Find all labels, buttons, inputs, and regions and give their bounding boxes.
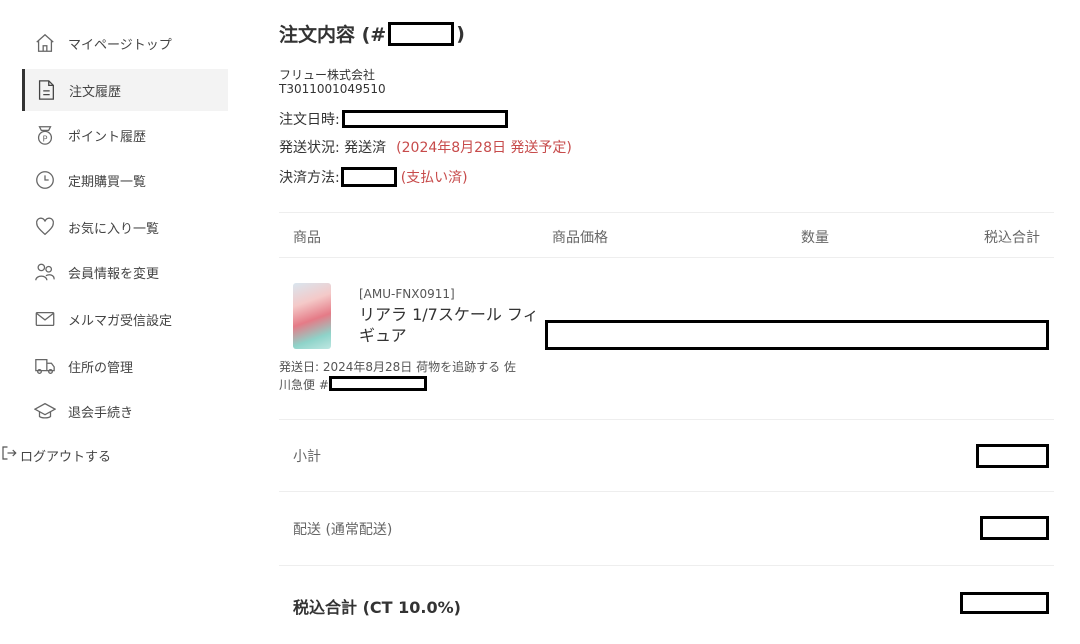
sidebar-item-favorites[interactable]: お気に入り一覧 <box>22 206 228 248</box>
points-icon: P <box>34 124 56 146</box>
logout-label: ログアウトする <box>20 449 112 465</box>
heart-icon <box>34 216 56 238</box>
sidebar-item-label: 注文履歴 <box>69 84 122 100</box>
shipping-info: 発送日: 2024年8月28日 荷物を追跡する 佐川急便 # <box>279 359 519 394</box>
sidebar-item-label: マイページトップ <box>68 37 172 53</box>
redacted-shipping-fee <box>980 516 1049 540</box>
product-name[interactable]: リアラ 1/7スケール フィギュア <box>359 304 539 346</box>
subtotal-label: 小計 <box>293 449 321 465</box>
page-title: 注文内容 (# ) <box>279 20 465 47</box>
sidebar-item-withdraw[interactable]: 退会手続き <box>22 390 228 432</box>
registration-number: T3011001049510 <box>279 82 386 96</box>
clock-icon <box>34 169 56 191</box>
sidebar-item-addresses[interactable]: 住所の管理 <box>22 345 228 387</box>
total-label: 税込合計 (CT 10.0%) <box>293 598 461 617</box>
title-suffix: ) <box>456 22 465 45</box>
redacted-total <box>960 592 1049 614</box>
redacted-order-date <box>341 110 508 128</box>
users-icon <box>34 261 56 283</box>
redacted-order-number <box>388 21 455 46</box>
redacted-item-values <box>545 320 1049 350</box>
redacted-subtotal <box>976 444 1049 468</box>
product-thumbnail[interactable] <box>293 283 331 349</box>
sidebar-item-mypage-top[interactable]: マイページトップ <box>22 22 228 64</box>
redacted-payment-method <box>340 167 397 187</box>
sidebar-item-points[interactable]: P ポイント履歴 <box>22 114 228 156</box>
status-note: (2024年8月28日 発送予定) <box>396 140 572 156</box>
col-product: 商品 <box>293 230 321 246</box>
order-date: 注文日時: <box>279 109 508 129</box>
product-sku: [AMU-FNX0911] <box>359 287 455 301</box>
table-header: 商品 商品価格 数量 税込合計 <box>279 212 1054 258</box>
logout-icon <box>0 444 20 466</box>
document-icon <box>35 79 57 101</box>
redacted-tracking-number <box>328 376 427 391</box>
sidebar: マイページトップ 注文履歴 P ポイント履歴 定期購買一覧 お気に入り一覧 会員… <box>0 0 228 644</box>
col-price: 商品価格 <box>552 230 608 246</box>
title-prefix: 注文内容 (# <box>279 24 387 46</box>
sidebar-item-newsletter[interactable]: メルマガ受信設定 <box>22 298 228 340</box>
shipping-status: 発送状況: 発送済 (2024年8月28日 発送予定) <box>279 137 572 157</box>
truck-icon <box>34 355 56 377</box>
sidebar-item-order-history[interactable]: 注文履歴 <box>22 69 228 111</box>
sidebar-item-label: お気に入り一覧 <box>68 221 160 237</box>
payment-status: (支払い済) <box>400 170 468 186</box>
svg-text:P: P <box>43 133 48 143</box>
sidebar-item-label: メルマガ受信設定 <box>68 313 173 329</box>
status-label: 発送状況: 発送済 <box>279 140 387 156</box>
payment-label: 決済方法: <box>279 170 340 186</box>
logout-link[interactable]: ログアウトする <box>0 444 111 466</box>
sidebar-item-subscriptions[interactable]: 定期購買一覧 <box>22 159 228 201</box>
sidebar-item-label: 住所の管理 <box>68 360 134 376</box>
payment-method: 決済方法: (支払い済) <box>279 167 468 187</box>
col-qty: 数量 <box>801 230 829 246</box>
mail-icon <box>34 308 56 330</box>
order-date-label: 注文日時: <box>279 112 340 128</box>
sidebar-item-label: 会員情報を変更 <box>68 266 160 282</box>
home-icon <box>34 32 56 54</box>
shipping-label: 配送 (通常配送) <box>293 522 393 538</box>
divider <box>279 491 1054 492</box>
sidebar-item-profile[interactable]: 会員情報を変更 <box>22 251 228 293</box>
divider <box>279 419 1054 420</box>
sidebar-item-label: 退会手続き <box>68 405 134 421</box>
cap-icon <box>34 400 56 422</box>
sidebar-item-label: 定期購買一覧 <box>68 174 147 190</box>
seller-name: フリュー株式会社 <box>279 68 376 82</box>
sidebar-item-label: ポイント履歴 <box>68 129 147 145</box>
divider <box>279 565 1054 566</box>
col-total: 税込合計 <box>984 230 1040 246</box>
